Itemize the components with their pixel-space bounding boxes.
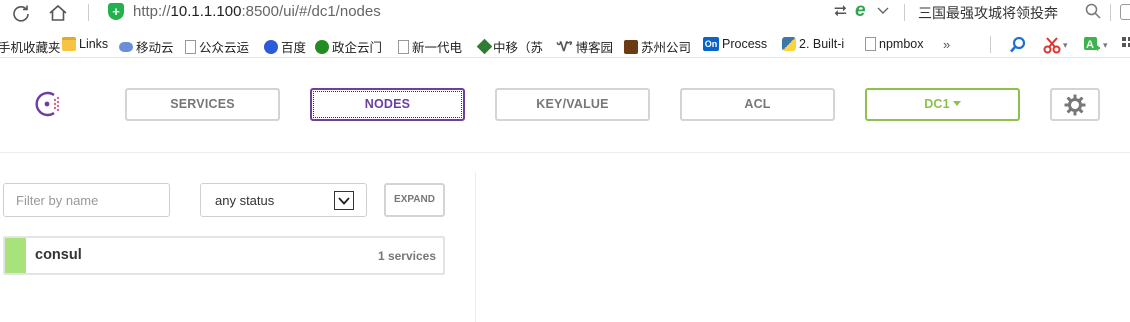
bookmark-item[interactable]: Ꮙ 博客园 [557, 37, 613, 56]
extension-button[interactable]: A ▾ [1083, 36, 1108, 54]
header-divider [0, 152, 1130, 153]
bookmark-label: 政企云门 [332, 41, 383, 55]
url-host: 10.1.1.100 [170, 3, 242, 20]
nav-keyvalue-button[interactable]: KEY/VALUE [495, 88, 650, 121]
toolbar-divider [990, 36, 991, 53]
bookmark-item[interactable]: 公众云运 [185, 37, 249, 56]
address-url[interactable]: http://10.1.1.100:8500/ui/#/dc1/nodes [133, 3, 381, 20]
datacenter-dropdown[interactable]: DC1 [865, 88, 1020, 121]
search-icon[interactable] [1085, 3, 1101, 19]
consul-logo-icon[interactable] [33, 89, 63, 119]
bookmark-item[interactable]: 手机收藏夹 [0, 37, 61, 56]
bookmark-item[interactable]: 新一代电 [398, 37, 462, 56]
bookmarks-overflow-button[interactable]: » [943, 37, 950, 52]
bookmarks-bar: 手机收藏夹 Links 移动云 公众云运 百度 政企云门 新一代电 中移（苏 Ꮙ… [0, 30, 1130, 58]
datacenter-label: DC1 [924, 97, 950, 111]
bookmark-item[interactable]: 百度 [264, 37, 306, 56]
page-icon [185, 39, 196, 54]
bookmark-label: 2. Built-i [799, 37, 845, 51]
bookmark-label: 手机收藏夹 [0, 41, 61, 55]
node-list-item[interactable]: consul 1 services [3, 236, 445, 275]
bookmark-label: 百度 [281, 41, 307, 55]
home-icon [49, 4, 67, 21]
caret-down-icon [952, 101, 961, 107]
screenshot-button[interactable]: ▾ [1043, 36, 1068, 54]
toolbar-divider [88, 4, 89, 21]
cloud-icon [119, 41, 133, 52]
window-edge-icon [1120, 4, 1130, 20]
baidu-paw-icon [264, 39, 278, 54]
page-icon [398, 39, 409, 54]
cnblogs-icon: Ꮙ [557, 38, 573, 54]
toolbar-divider [904, 4, 905, 21]
gear-icon [1064, 94, 1086, 115]
chevron-down-icon: ▾ [1103, 39, 1108, 50]
refresh-button[interactable] [10, 2, 32, 24]
node-name: consul [35, 247, 82, 263]
bookmark-item[interactable]: On Process [703, 37, 767, 51]
grid-icon [1122, 37, 1130, 47]
settings-button[interactable] [1050, 88, 1100, 121]
bookmark-label: 公众云运 [199, 41, 250, 55]
refresh-icon [13, 5, 29, 22]
chevron-down-icon[interactable] [877, 5, 889, 17]
share-icon[interactable]: ⮂ [834, 3, 847, 21]
bookmark-label: Links [79, 37, 109, 51]
bookmark-label: 新一代电 [412, 41, 463, 55]
filter-by-name-input[interactable] [3, 183, 170, 217]
ie-engine-icon[interactable]: e [855, 0, 866, 22]
expand-button[interactable]: EXPAND [384, 183, 445, 217]
search-suggestion[interactable]: 三国最强攻城将领投奔 [918, 3, 1058, 23]
bookmark-item[interactable]: Links [62, 37, 108, 51]
processon-icon: On [703, 37, 719, 51]
bookmark-item[interactable]: 2. Built-i [782, 37, 844, 51]
page-icon [865, 37, 876, 51]
node-service-count: 1 services [377, 249, 436, 263]
security-shield-icon: + [108, 3, 124, 20]
bookmark-label: Process [722, 37, 768, 51]
gov-icon [315, 39, 329, 54]
chevron-down-icon: ▾ [1063, 39, 1068, 50]
grid-menu-button[interactable] [1122, 36, 1130, 52]
folder-icon [62, 37, 76, 51]
magnifier-icon [1010, 36, 1026, 53]
home-button[interactable] [47, 2, 69, 24]
bookmark-label: 中移（苏 [493, 41, 544, 55]
select-arrow-button[interactable] [334, 191, 354, 210]
python-icon [782, 37, 796, 51]
nav-acl-button[interactable]: ACL [680, 88, 835, 121]
magnifier-button[interactable] [1009, 36, 1027, 54]
bookmark-item[interactable]: 政企云门 [315, 37, 382, 56]
column-divider [475, 172, 476, 322]
bookmark-item[interactable]: 苏州公司 [624, 37, 691, 56]
toolbar-divider [1110, 4, 1111, 21]
bookmark-label: 博客园 [575, 41, 614, 55]
bookmark-item[interactable]: 移动云 [119, 37, 174, 56]
nav-services-button[interactable]: SERVICES [125, 88, 280, 121]
china-mobile-icon [476, 38, 493, 55]
translate-icon: A [1084, 37, 1100, 51]
browser-address-bar: + http://10.1.1.100:8500/ui/#/dc1/nodes … [0, 0, 1130, 26]
svg-text:A: A [1086, 39, 1094, 51]
nav-nodes-button[interactable]: NODES [310, 88, 465, 121]
status-filter-value: any status [215, 193, 275, 208]
status-filter-select[interactable]: any status [200, 183, 367, 217]
bookmark-label: 移动云 [136, 41, 174, 55]
bookmark-item[interactable]: npmbox [865, 37, 923, 51]
scissors-icon [1043, 37, 1061, 54]
chevron-down-icon [338, 196, 350, 205]
node-health-indicator [5, 238, 26, 273]
url-path: :8500/ui/#/dc1/nodes [241, 3, 381, 20]
url-prefix: http:// [133, 3, 171, 20]
bookmark-label: npmbox [879, 37, 924, 51]
suzhou-icon [624, 39, 638, 54]
bookmark-label: 苏州公司 [641, 41, 692, 55]
bookmark-item[interactable]: 中移（苏 [476, 37, 544, 56]
